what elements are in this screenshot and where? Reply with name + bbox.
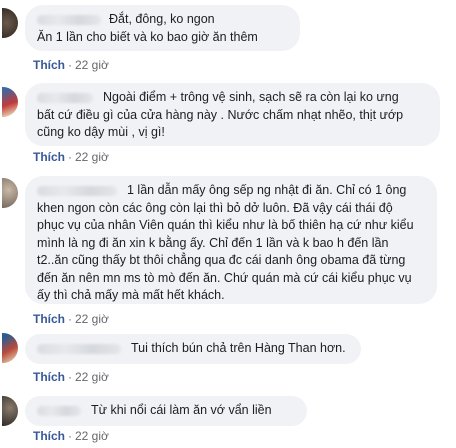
comment-meta: Thích · 22 giờ <box>33 150 109 164</box>
comment-text-line: mình là ng đi ăn xin k bằng ấy. Chỉ đến … <box>37 235 389 250</box>
timestamp[interactable]: 22 giờ <box>75 429 109 443</box>
avatar[interactable] <box>2 87 18 117</box>
avatar[interactable] <box>2 333 18 363</box>
comment-text-line: phục vụ của nhân Viên quán thì kiểu như … <box>37 218 414 232</box>
author-name[interactable] <box>37 14 101 25</box>
comment-text-line: khen ngon còn các ông còn lại thì bỏ dở … <box>37 200 393 215</box>
comment-bubble: Từ khi nổi cái làm ăn vớ vẩn liền <box>25 396 307 426</box>
separator-dot: · <box>68 429 72 443</box>
like-link[interactable]: Thích <box>33 429 65 443</box>
separator-dot: · <box>68 312 72 326</box>
comment-text-line: bất cứ điều gì của cửa hàng này . Nước c… <box>37 107 404 122</box>
author-name[interactable] <box>37 405 81 416</box>
like-link[interactable]: Thích <box>33 370 65 384</box>
comment-meta: Thích · 22 giờ <box>33 370 109 384</box>
avatar[interactable] <box>2 8 18 38</box>
comment-bubble: Đắt, đông, ko ngon Ăn 1 lần cho biết và … <box>25 5 300 51</box>
timestamp[interactable]: 22 giờ <box>75 150 109 164</box>
comment-bubble: Ngoài điểm + trông vệ sinh, sạch sẽ ra c… <box>25 83 440 146</box>
comment-bubble: 1 lần dẫn mấy ông sếp ng nhật đi ăn. Chỉ… <box>25 176 437 304</box>
like-link[interactable]: Thích <box>33 312 65 326</box>
comment-bubble: Tui thích bún chả trên Hàng Than hơn. <box>25 334 361 364</box>
separator-dot: · <box>68 150 72 164</box>
avatar[interactable] <box>2 396 18 426</box>
comment-meta: Thích · 22 giờ <box>33 58 109 72</box>
separator-dot: · <box>68 370 72 384</box>
like-link[interactable]: Thích <box>33 58 65 72</box>
comment-text-line: Từ khi nổi cái làm ăn vớ vẩn liền <box>37 402 295 420</box>
separator-dot: · <box>68 58 72 72</box>
like-link[interactable]: Thích <box>33 150 65 164</box>
avatar[interactable] <box>2 178 18 208</box>
comment-meta: Thích · 22 giờ <box>33 312 109 326</box>
comment-meta: Thích · 22 giờ <box>33 429 109 443</box>
timestamp[interactable]: 22 giờ <box>75 312 109 326</box>
timestamp[interactable]: 22 giờ <box>75 370 109 384</box>
comment-text-line: Ăn 1 lần cho biết và ko bao giờ ăn thêm <box>37 29 258 44</box>
comment-text-line: Ngoài điểm + trông vệ sinh, sạch sẽ ra c… <box>37 89 428 107</box>
author-name[interactable] <box>37 92 93 103</box>
comment-text-line: 1 lần dẫn mấy ông sếp ng nhật đi ăn. Chỉ… <box>37 182 425 200</box>
comment-text-line: Đắt, đông, ko ngon <box>37 11 288 29</box>
author-name[interactable] <box>37 343 121 354</box>
comment-text-line: t2..ăn cũng thấy bt thôi chẳng qua đc cá… <box>37 253 406 267</box>
comment-text-line: Tui thích bún chả trên Hàng Than hơn. <box>37 340 349 358</box>
comment-text-line: đến ăn nên mn ms tò mò đến ăn. Chứ quán … <box>37 270 412 285</box>
author-name[interactable] <box>37 185 117 196</box>
comment-text-line: ấy thì chả mấy mà mất hết khách. <box>37 288 225 302</box>
comment-text-line: cũng ko dậy mùi , vị gì! <box>37 125 165 139</box>
timestamp[interactable]: 22 giờ <box>75 58 109 72</box>
